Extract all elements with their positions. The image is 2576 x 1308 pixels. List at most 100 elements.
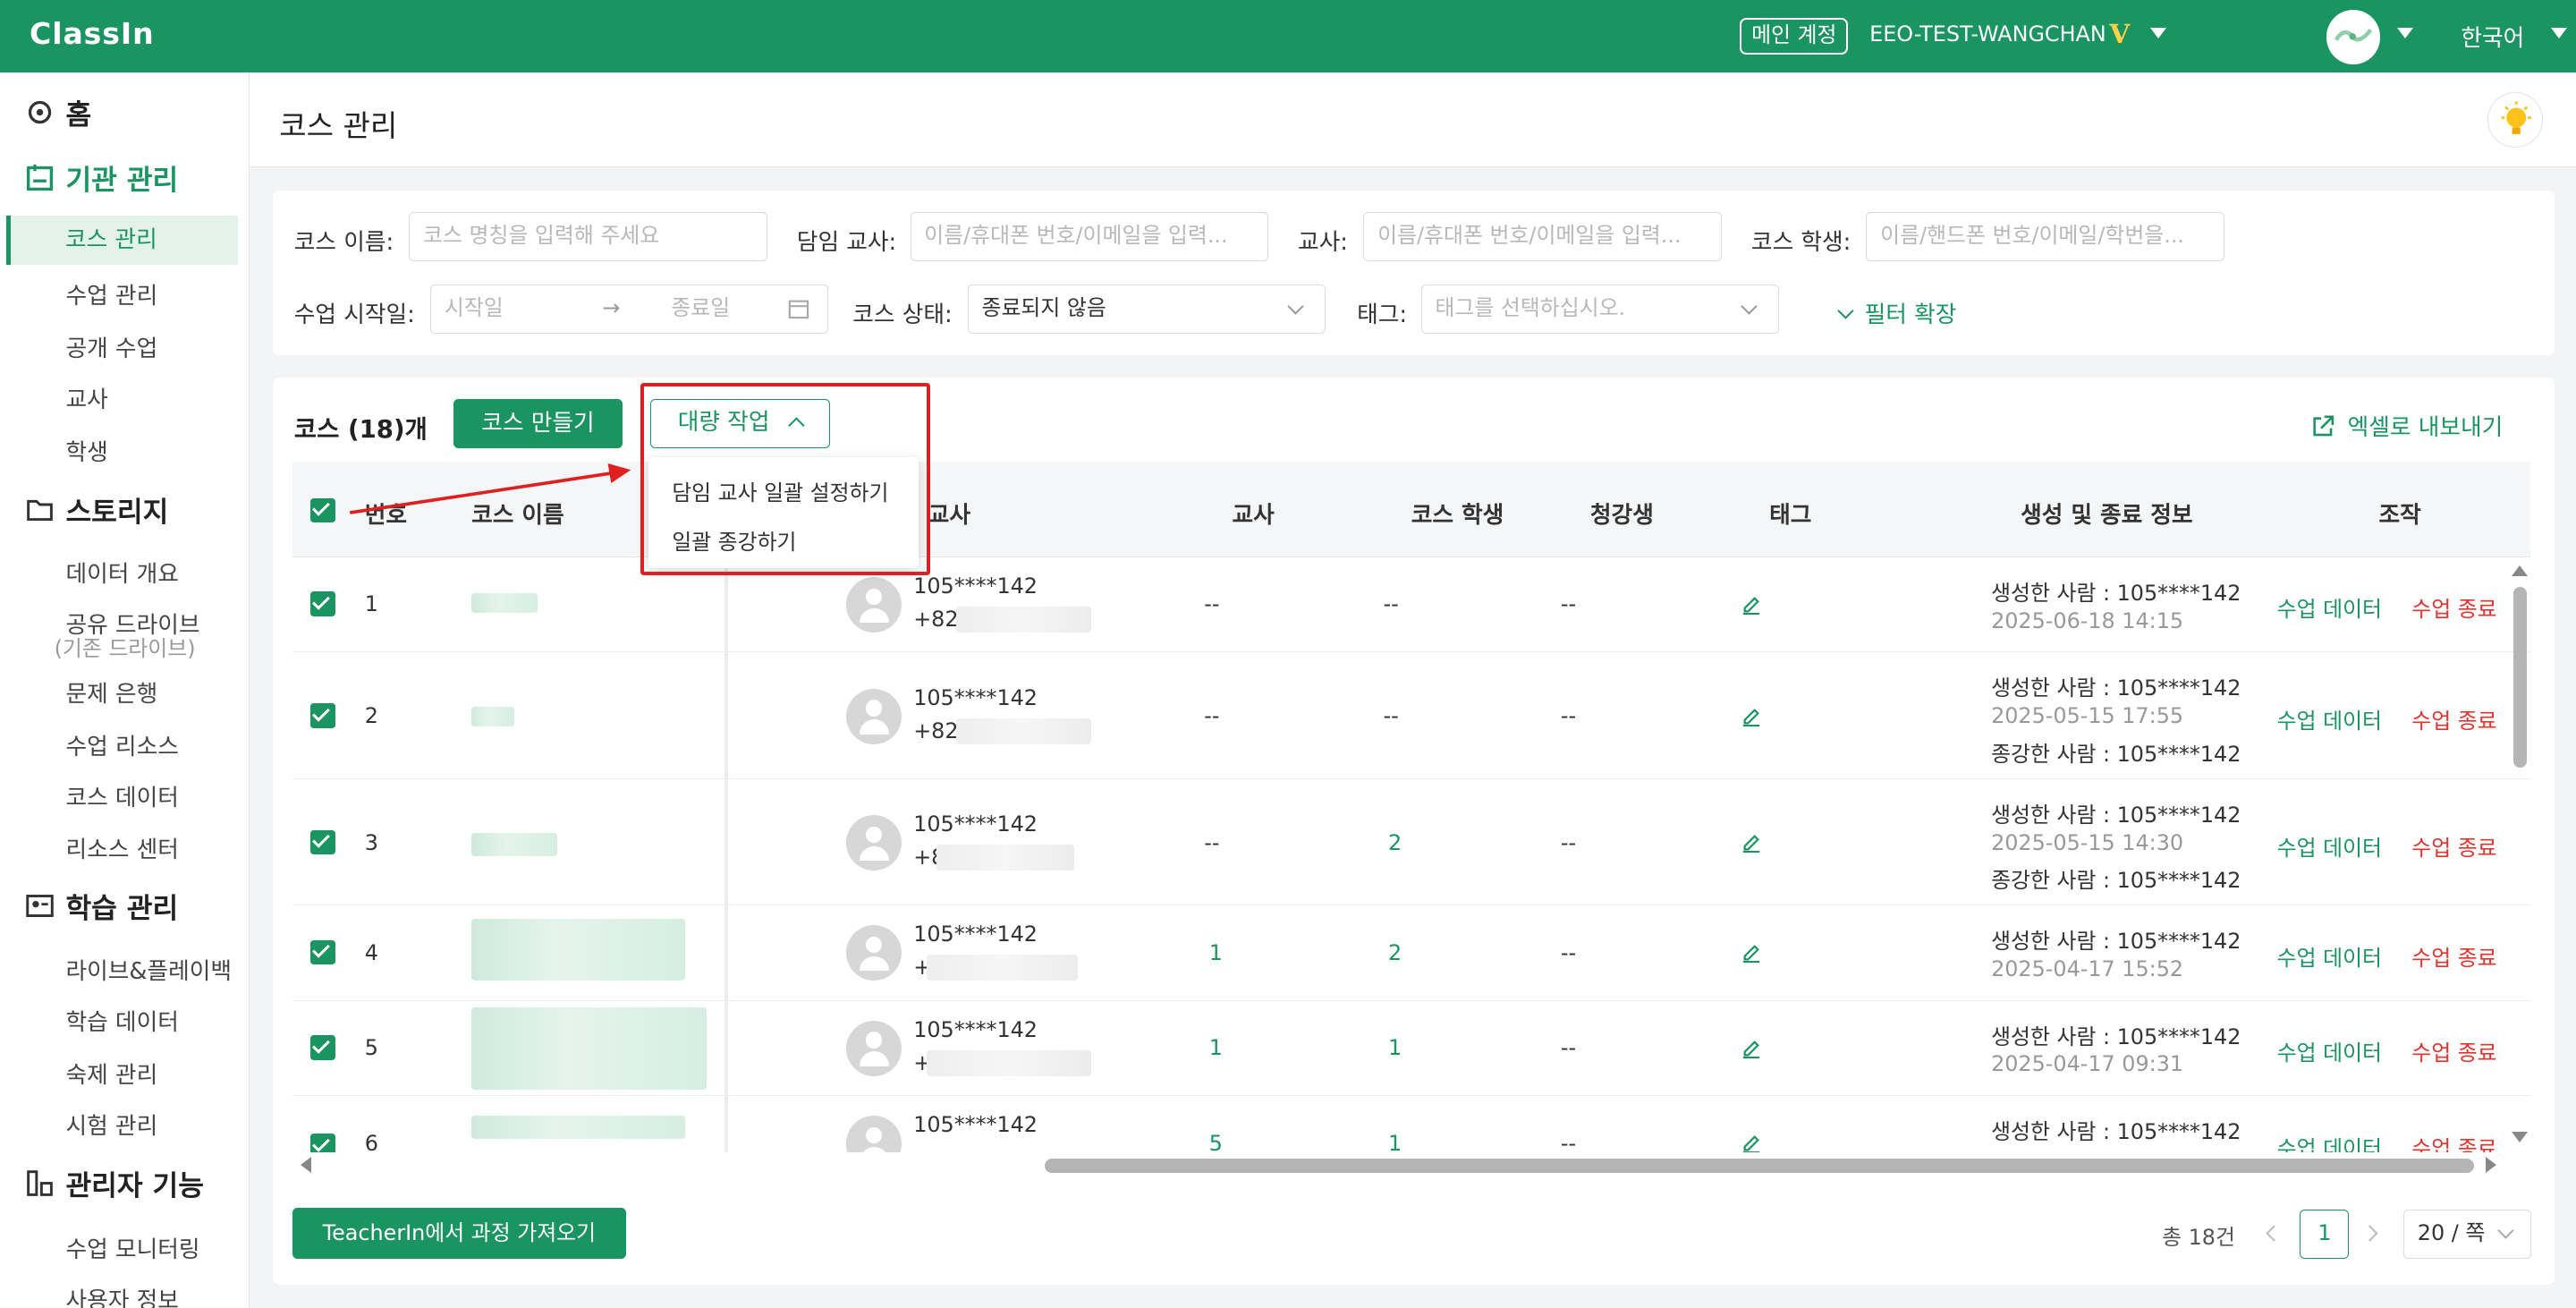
table-row[interactable]: 2 105****142 +82 -- -- -- 생성한 사람 : 105**… [292, 652, 2530, 779]
sidebar-admin[interactable]: 관리자 기능 [25, 1163, 204, 1203]
select-all-checkbox[interactable] [310, 497, 335, 523]
row-checkbox[interactable] [310, 1035, 335, 1060]
homeroom-teacher-input[interactable]: 이름/휴대폰 번호/이메일을 입력... [910, 211, 1268, 262]
course-name-input[interactable]: 코스 명칭을 입력해 주세요 [409, 211, 767, 262]
end-class-link[interactable]: 수업 종료 [2411, 703, 2496, 735]
sidebar-item-live-playback[interactable]: 라이브&플레이백 [65, 953, 232, 986]
course-name-redacted[interactable] [471, 918, 685, 981]
student-count[interactable]: 1 [1388, 1131, 1402, 1152]
filter-expand-button[interactable]: 필터 확장 [1836, 296, 1956, 329]
sidebar-item-resource-center[interactable]: 리소스 센터 [65, 831, 178, 864]
sidebar-item-learning-data[interactable]: 학습 데이터 [65, 1004, 178, 1037]
page-number-current[interactable]: 1 [2300, 1209, 2350, 1259]
edit-tag-icon[interactable] [1741, 833, 1761, 854]
account-name[interactable]: EEO-TEST-WANGCHAN [1869, 21, 2106, 47]
table-row[interactable]: 6 105****142 5 1 -- 생성한 사람 : 105****142 … [292, 1096, 2530, 1152]
course-name-redacted[interactable] [471, 706, 514, 726]
table-row[interactable]: 3 105****142 +8 -- 2 -- 생성한 사람 : 105****… [292, 778, 2530, 905]
row-checkbox[interactable] [310, 939, 335, 965]
class-data-link[interactable]: 수업 데이터 [2277, 830, 2382, 862]
end-class-link[interactable]: 수업 종료 [2411, 1035, 2496, 1066]
class-data-link[interactable]: 수업 데이터 [2277, 1131, 2382, 1152]
lightbulb-icon[interactable] [2487, 91, 2544, 149]
course-name-redacted[interactable] [471, 833, 557, 856]
end-class-link[interactable]: 수업 종료 [2411, 940, 2496, 972]
teacher-input[interactable]: 이름/휴대폰 번호/이메일을 입력... [1363, 211, 1722, 262]
teacher-count[interactable]: 1 [1209, 940, 1223, 965]
end-class-link[interactable]: 수업 종료 [2411, 591, 2496, 623]
created-by: 생성한 사람 : 105****142 [1991, 1119, 2241, 1145]
table-row[interactable]: 5 105****142 + 1 1 -- 생성한 사람 : 105****14… [292, 1000, 2530, 1097]
teacher-avatar [845, 1116, 902, 1152]
sidebar-item-class-resources[interactable]: 수업 리소스 [65, 728, 178, 761]
horizontal-scrollbar[interactable] [1045, 1158, 2475, 1174]
scroll-left-icon[interactable] [301, 1157, 312, 1174]
edit-tag-icon[interactable] [1741, 1134, 1761, 1152]
sidebar-learning[interactable]: 학습 관리 [25, 886, 178, 926]
row-checkbox[interactable] [310, 703, 335, 728]
header-number: 번호 [364, 501, 408, 529]
sidebar-storage[interactable]: 스토리지 [25, 489, 168, 530]
user-avatar[interactable] [2326, 10, 2381, 64]
row-checkbox[interactable] [310, 1134, 335, 1152]
sidebar-item-exam[interactable]: 시험 관리 [65, 1108, 157, 1141]
sidebar-item-class-manage[interactable]: 수업 관리 [65, 277, 157, 310]
auditor-count: -- [1560, 1130, 1577, 1152]
export-excel-button[interactable]: 엑셀로 내보내기 [2311, 409, 2503, 442]
date-range-picker[interactable]: 시작일 → 종료일 [430, 284, 828, 334]
table-row[interactable]: 4 105****142 + 1 2 -- 생성한 사람 : 105****14… [292, 905, 2530, 1001]
scroll-right-icon[interactable] [2485, 1157, 2496, 1174]
teacher-count[interactable]: 1 [1209, 1035, 1223, 1060]
edit-tag-icon[interactable] [1741, 595, 1761, 615]
sidebar-item-course-manage[interactable]: 코스 관리 [6, 215, 239, 265]
sidebar-home[interactable]: 홈 [25, 92, 91, 132]
scroll-up-icon[interactable] [2512, 565, 2529, 576]
student-count[interactable]: 2 [1388, 940, 1402, 965]
page-size-select[interactable]: 20 / 쪽 [2403, 1209, 2532, 1259]
folder-icon [26, 500, 53, 522]
sidebar-item-question-bank[interactable]: 문제 은행 [65, 675, 157, 709]
class-data-link[interactable]: 수업 데이터 [2277, 703, 2382, 735]
sidebar-item-homework[interactable]: 숙제 관리 [65, 1057, 157, 1090]
app-logo[interactable]: ClassIn [30, 16, 154, 51]
class-data-link[interactable]: 수업 데이터 [2277, 591, 2382, 623]
language-selector[interactable]: 한국어 [2461, 20, 2524, 53]
tag-select[interactable]: 태그를 선택하십시오. [1420, 284, 1780, 334]
sidebar-item-course-data[interactable]: 코스 데이터 [65, 779, 178, 812]
homeroom-teacher-id: 105****142 [913, 684, 1038, 710]
row-checkbox[interactable] [310, 591, 335, 616]
class-data-link[interactable]: 수업 데이터 [2277, 1035, 2382, 1066]
language-chevron-down-icon[interactable] [2551, 28, 2568, 38]
sidebar-item-student[interactable]: 학생 [65, 434, 107, 467]
edit-tag-icon[interactable] [1741, 1039, 1761, 1058]
course-name-redacted[interactable] [471, 1116, 685, 1139]
account-chevron-down-icon[interactable] [2150, 28, 2167, 38]
end-class-link[interactable]: 수업 종료 [2411, 830, 2496, 862]
table-row[interactable]: 1 105****142 +82 -- -- -- 생성한 사람 : 105**… [292, 556, 2530, 653]
class-data-link[interactable]: 수업 데이터 [2277, 940, 2382, 972]
sidebar-item-class-monitoring[interactable]: 수업 모니터링 [65, 1231, 199, 1264]
student-count[interactable]: 1 [1388, 1035, 1402, 1060]
import-from-teacherin-button[interactable]: TeacherIn에서 과정 가져오기 [292, 1207, 626, 1259]
student-count[interactable]: 2 [1388, 830, 1402, 855]
create-course-button[interactable]: 코스 만들기 [453, 399, 623, 449]
sidebar-item-teacher[interactable]: 교사 [65, 381, 107, 414]
edit-tag-icon[interactable] [1741, 943, 1761, 964]
scroll-down-icon[interactable] [2512, 1132, 2529, 1142]
course-name-redacted[interactable] [471, 593, 538, 614]
edit-tag-icon[interactable] [1741, 707, 1761, 726]
teacher-count[interactable]: 5 [1209, 1131, 1223, 1152]
sidebar-org-manage[interactable]: 기관 관리 [25, 157, 178, 198]
sidebar-item-open-class[interactable]: 공개 수업 [65, 330, 157, 363]
row-checkbox[interactable] [310, 829, 335, 855]
avatar-chevron-down-icon[interactable] [2396, 28, 2413, 38]
course-name-redacted[interactable] [471, 1006, 707, 1090]
sidebar-item-user-info[interactable]: 사용자 정보 [65, 1282, 178, 1308]
vertical-scrollbar[interactable] [2513, 586, 2527, 768]
course-status-select[interactable]: 종료되지 않음 [967, 284, 1326, 334]
course-student-input[interactable]: 이름/핸드폰 번호/이메일/학번을... [1866, 211, 2224, 262]
gear-icon [28, 100, 51, 124]
end-class-link[interactable]: 수업 종료 [2411, 1131, 2496, 1152]
sidebar-item-data-overview[interactable]: 데이터 개요 [65, 556, 178, 589]
page-title: 코스 관리 [279, 107, 398, 143]
